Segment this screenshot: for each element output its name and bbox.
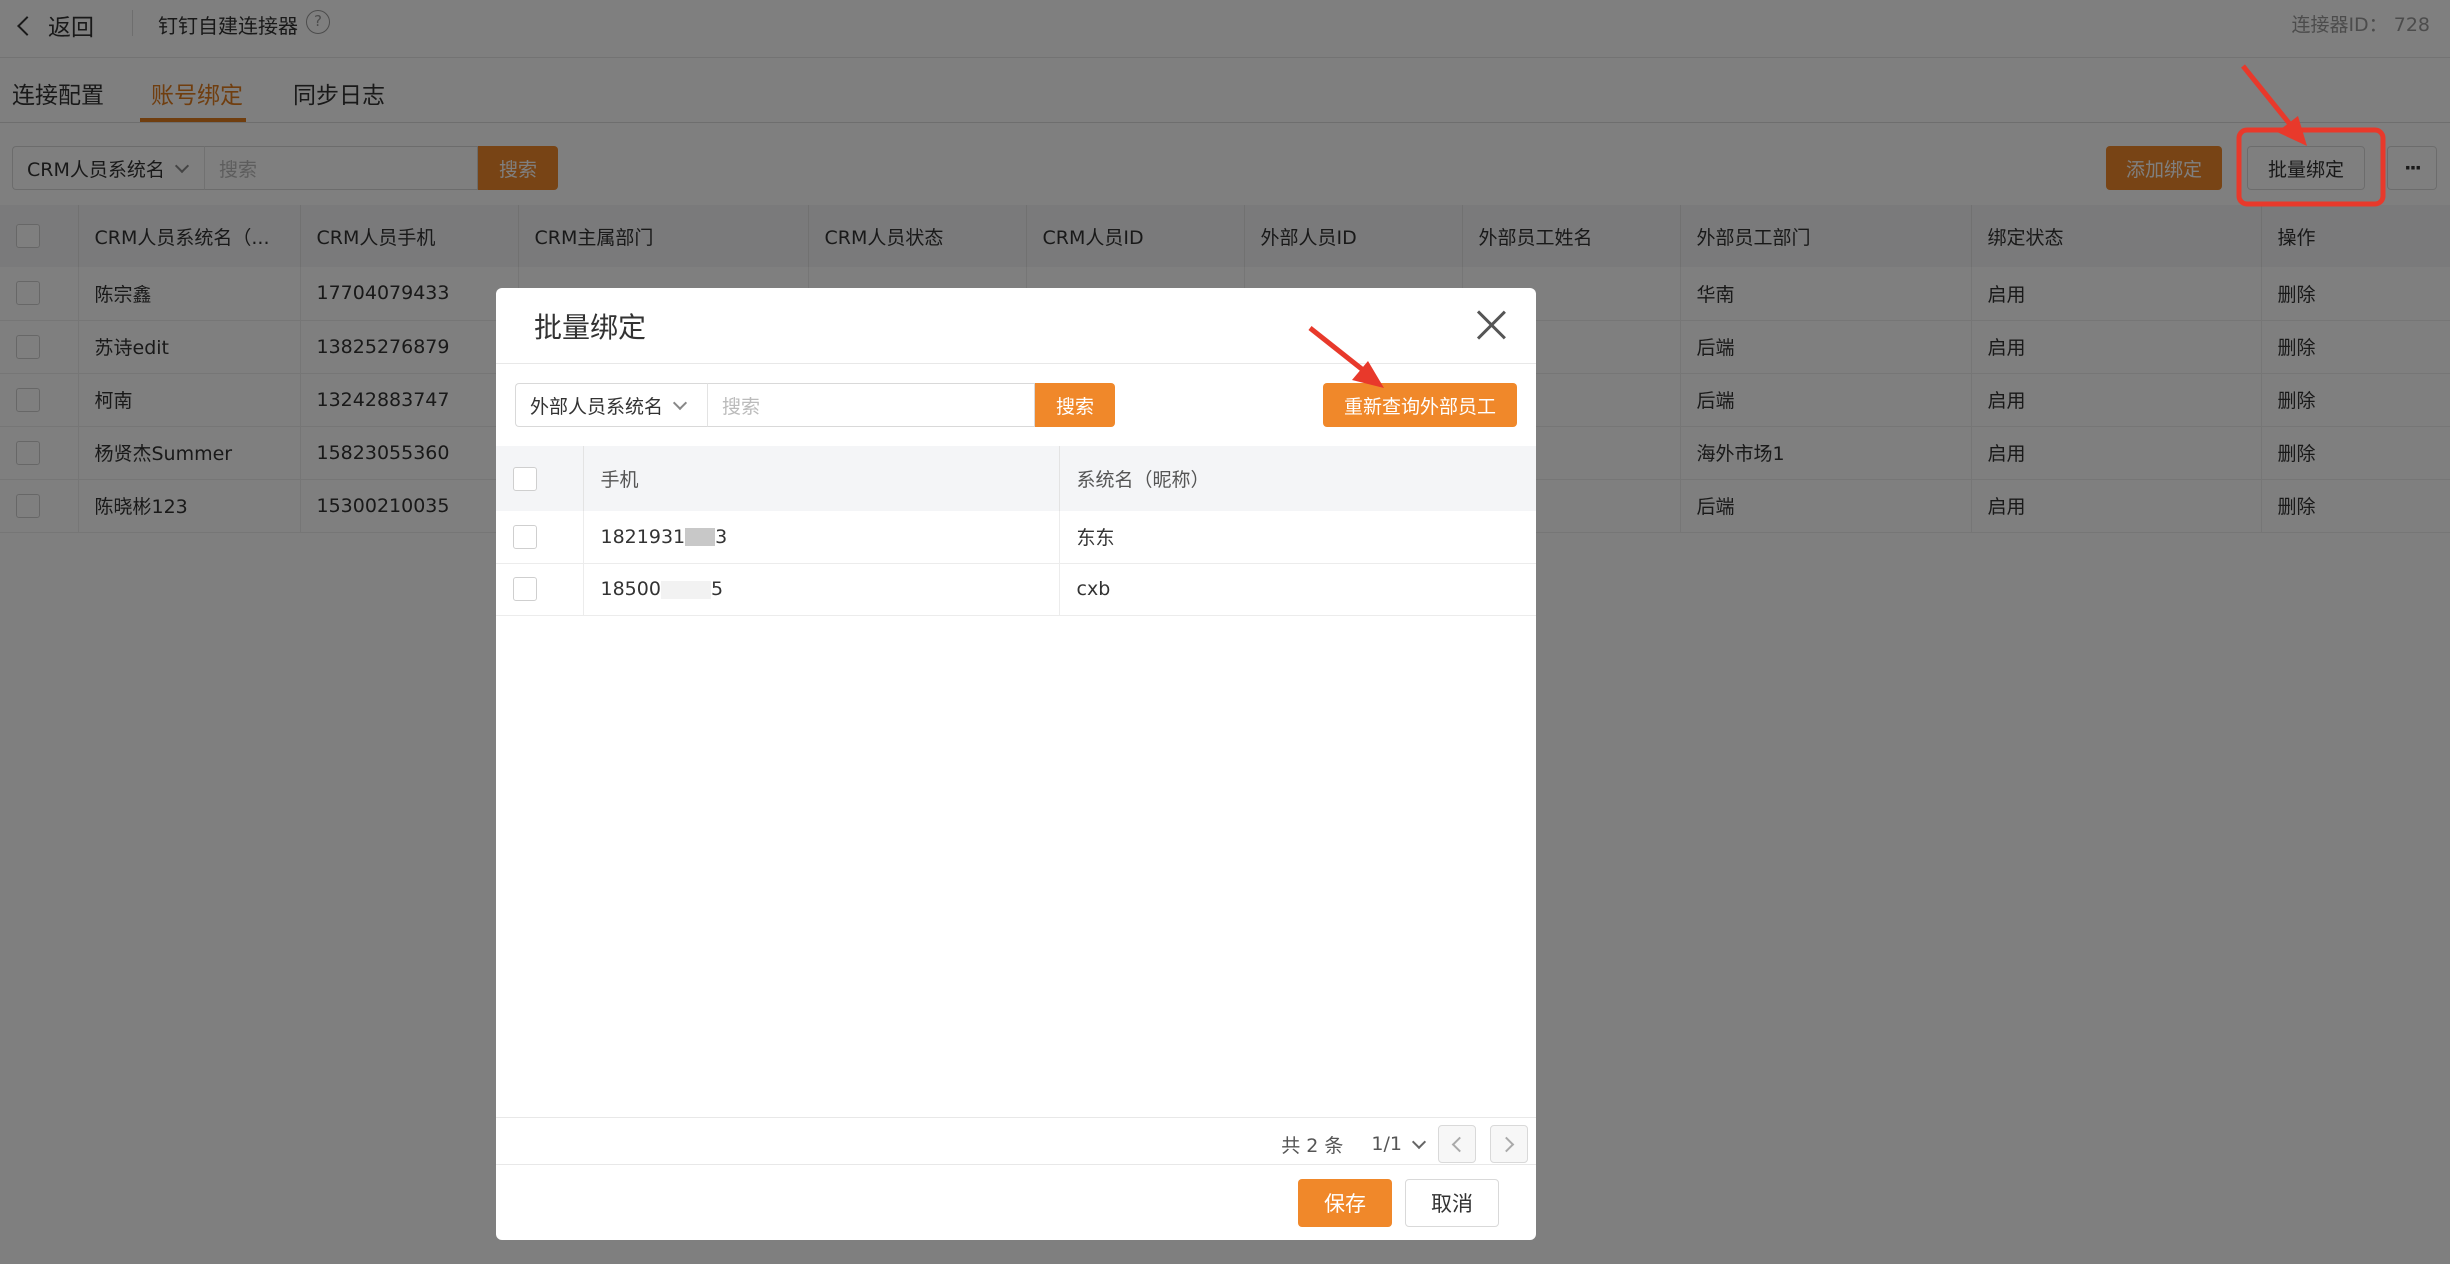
total-count: 共 2 条	[1281, 1134, 1344, 1157]
chevron-right-icon	[1498, 1136, 1515, 1153]
dialog-title: 批量绑定	[534, 311, 647, 344]
cancel-button[interactable]: 取消	[1405, 1179, 1499, 1227]
chevron-down-icon	[672, 395, 688, 410]
dialog-search-button[interactable]: 搜索	[1035, 383, 1115, 427]
dialog-search-bar: 外部人员系统名 搜索 搜索	[515, 383, 1115, 427]
cell-nickname: cxb	[1058, 563, 1536, 616]
cell-nickname: 东东	[1058, 511, 1536, 564]
select-all-cell	[496, 446, 583, 511]
prev-page-button[interactable]	[1438, 1125, 1476, 1163]
dialog-field-select[interactable]: 外部人员系统名	[515, 383, 707, 427]
close-icon[interactable]	[1476, 310, 1506, 340]
cell-phone: 18500 5	[582, 563, 1059, 616]
divider	[496, 1117, 1536, 1118]
page-select[interactable]: 1/1	[1371, 1133, 1427, 1155]
table-row: 1821931 3 东东	[496, 511, 1536, 564]
requery-external-staff-button[interactable]: 重新查询外部员工	[1323, 383, 1517, 427]
chevron-left-icon	[1451, 1136, 1468, 1153]
cell-phone: 1821931 3	[582, 511, 1059, 564]
chevron-down-icon	[1411, 1134, 1427, 1149]
dialog-field-select-value: 外部人员系统名	[530, 395, 664, 418]
batch-binding-dialog: 批量绑定 外部人员系统名 搜索 搜索 重新查询外部员工 手机 系统名（昵称） 1…	[496, 288, 1536, 1240]
table-row: 18500 5 cxb	[496, 563, 1536, 616]
redaction-mask	[660, 580, 711, 599]
external-staff-table: 手机 系统名（昵称） 1821931 3 东东 18500 5 cxb	[496, 446, 1536, 616]
column-header: 手机	[582, 446, 1059, 511]
table-header: 手机 系统名（昵称）	[496, 446, 1536, 511]
row-checkbox[interactable]	[513, 577, 537, 601]
redaction-mask	[685, 528, 716, 547]
dialog-header: 批量绑定	[496, 288, 1536, 364]
column-header: 系统名（昵称）	[1058, 446, 1536, 511]
select-all-checkbox[interactable]	[513, 466, 537, 491]
next-page-button[interactable]	[1490, 1125, 1528, 1163]
row-checkbox[interactable]	[513, 524, 537, 549]
pagination: 共 2 条 1/1	[1281, 1122, 1528, 1166]
save-button[interactable]: 保存	[1298, 1179, 1392, 1227]
divider	[496, 1164, 1536, 1165]
dialog-search-input[interactable]: 搜索	[707, 383, 1035, 427]
